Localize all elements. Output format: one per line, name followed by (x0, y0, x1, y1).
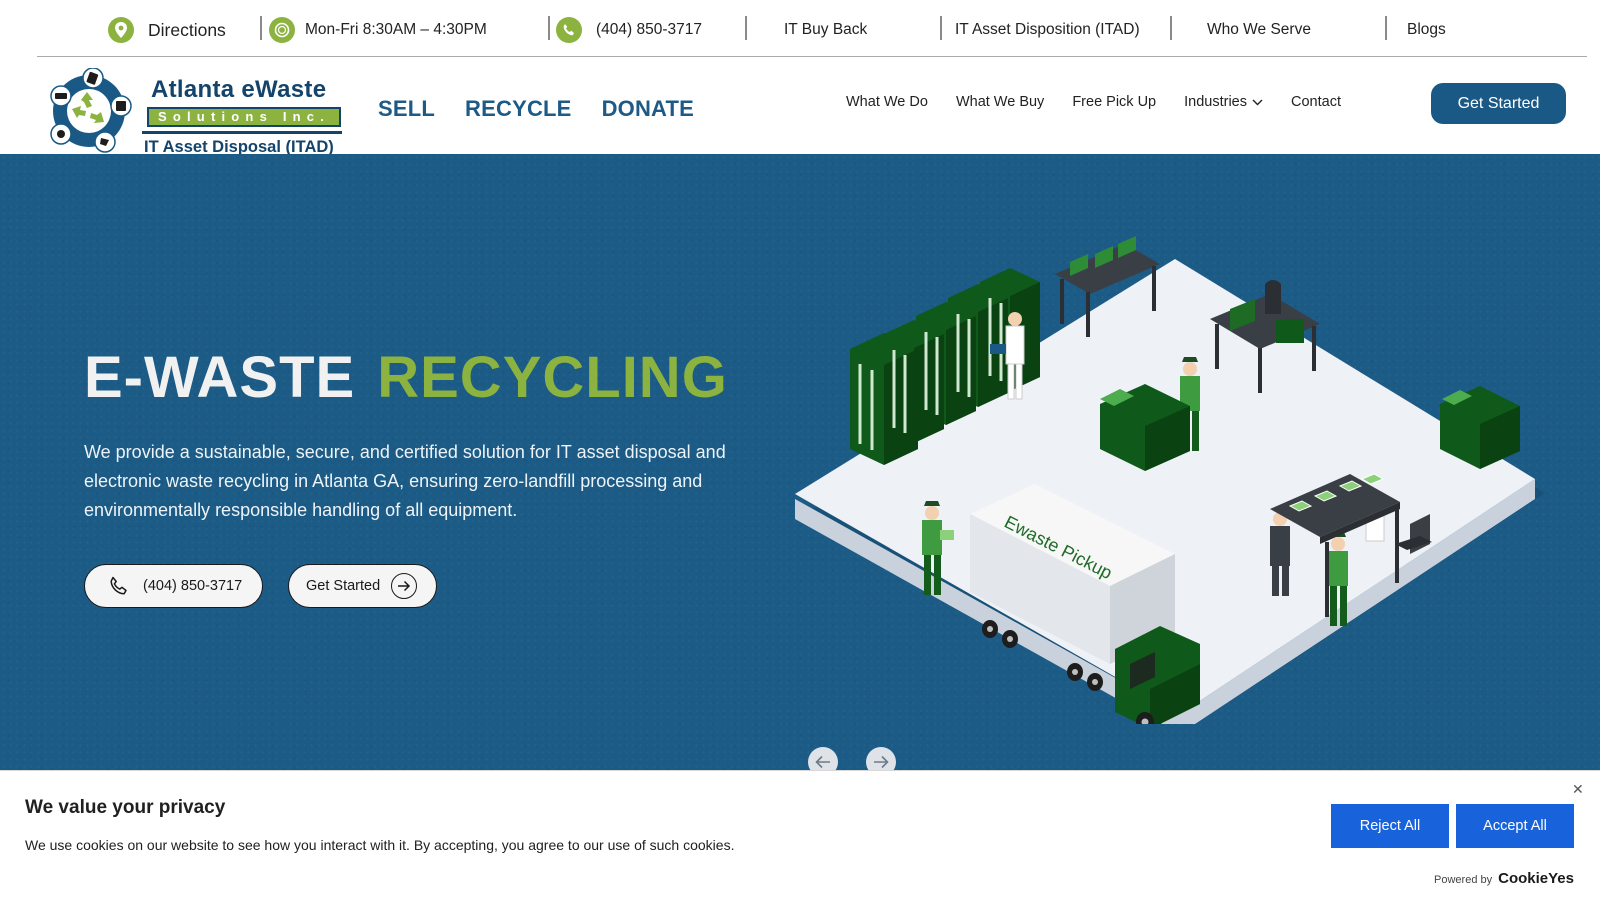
top-utility-bar: Directions Mon-Fri 8:30AM – 4:30PM (404)… (37, 0, 1587, 57)
topbar-divider (1170, 16, 1172, 40)
logo-subtitle: Solutions Inc. (147, 107, 341, 127)
phone-icon (110, 576, 127, 595)
main-nav: What We Do What We Buy Free Pick Up Indu… (846, 94, 1341, 110)
nav-industries[interactable]: Industries (1184, 94, 1263, 110)
nav-contact[interactable]: Contact (1291, 94, 1341, 110)
topbar-link-label: IT Buy Back (784, 21, 868, 38)
hero-section: E-WASTE RECYCLING We provide a sustainabl… (0, 154, 1600, 777)
logo-rule (142, 131, 342, 134)
topbar-phone-label: (404) 850-3717 (596, 21, 702, 38)
nav-what-we-do[interactable]: What We Do (846, 94, 928, 110)
sell-link[interactable]: SELL (378, 96, 435, 122)
hero-get-started-button[interactable]: Get Started (288, 564, 437, 608)
arrow-right-icon (874, 755, 889, 769)
hero-title: E-WASTE RECYCLING (84, 344, 728, 411)
topbar-divider (1385, 16, 1387, 40)
cookie-consent-banner: We value your privacy We use cookies on … (0, 770, 1600, 900)
business-hours: Mon-Fri 8:30AM – 4:30PM (269, 14, 487, 46)
site-header: Atlanta eWaste Solutions Inc. IT Asset D… (0, 58, 1600, 156)
topbar-link-label: IT Asset Disposition (ITAD) (955, 21, 1140, 38)
arrow-left-icon (815, 755, 830, 769)
header-get-started-button[interactable]: Get Started (1431, 83, 1566, 124)
hero-title-white: E-WASTE (84, 345, 356, 410)
recycle-icon (50, 68, 132, 153)
phone-icon (556, 17, 582, 43)
hero-get-started-label: Get Started (306, 578, 381, 594)
directions-label: Directions (148, 19, 226, 40)
topbar-link-label: Who We Serve (1207, 21, 1311, 38)
clock-icon (269, 17, 295, 43)
reject-all-button[interactable]: Reject All (1331, 804, 1449, 848)
nav-industries-label: Industries (1184, 94, 1247, 110)
cookie-title: We value your privacy (25, 797, 226, 818)
map-pin-icon (108, 17, 134, 43)
arrow-right-circle-icon (391, 573, 418, 599)
powered-by-label: Powered by (1434, 874, 1493, 886)
hero-description: We provide a sustainable, secure, and ce… (84, 442, 726, 520)
topbar-link-who-we-serve[interactable]: Who We Serve (1207, 14, 1311, 46)
chevron-down-icon (1252, 99, 1263, 105)
directions-link[interactable]: Directions (108, 14, 226, 46)
accept-all-button[interactable]: Accept All (1456, 804, 1574, 848)
primary-actions: SELL RECYCLE DONATE (378, 96, 694, 122)
hero-illustration: Ewaste Pickup (795, 236, 1545, 724)
nav-what-we-buy[interactable]: What We Buy (956, 94, 1044, 110)
hero-title-green: RECYCLING (377, 345, 728, 410)
topbar-link-it-buy-back[interactable]: IT Buy Back (784, 14, 867, 46)
recycle-link[interactable]: RECYCLE (465, 96, 572, 122)
topbar-divider (548, 16, 550, 40)
topbar-link-label: Blogs (1407, 21, 1446, 38)
hero-phone-label: (404) 850-3717 (143, 578, 243, 594)
hero-phone-button[interactable]: (404) 850-3717 (84, 564, 263, 608)
cookieyes-brand[interactable]: CookieYes (1498, 870, 1574, 887)
site-logo[interactable]: Atlanta eWaste Solutions Inc. IT Asset D… (47, 68, 352, 156)
topbar-link-itad[interactable]: IT Asset Disposition (ITAD) (955, 14, 1140, 46)
donate-link[interactable]: DONATE (602, 96, 694, 122)
topbar-phone-link[interactable]: (404) 850-3717 (556, 14, 702, 46)
topbar-divider (745, 16, 747, 40)
nav-free-pick-up[interactable]: Free Pick Up (1072, 94, 1156, 110)
powered-by: Powered by CookieYes (1434, 870, 1574, 887)
topbar-divider (260, 16, 262, 40)
close-icon[interactable]: ✕ (1572, 781, 1584, 798)
logo-title: Atlanta eWaste (151, 76, 327, 103)
hours-label: Mon-Fri 8:30AM – 4:30PM (305, 21, 487, 38)
topbar-divider (940, 16, 942, 40)
topbar-link-blogs[interactable]: Blogs (1407, 14, 1446, 46)
cookie-text: We use cookies on our website to see how… (25, 837, 735, 853)
